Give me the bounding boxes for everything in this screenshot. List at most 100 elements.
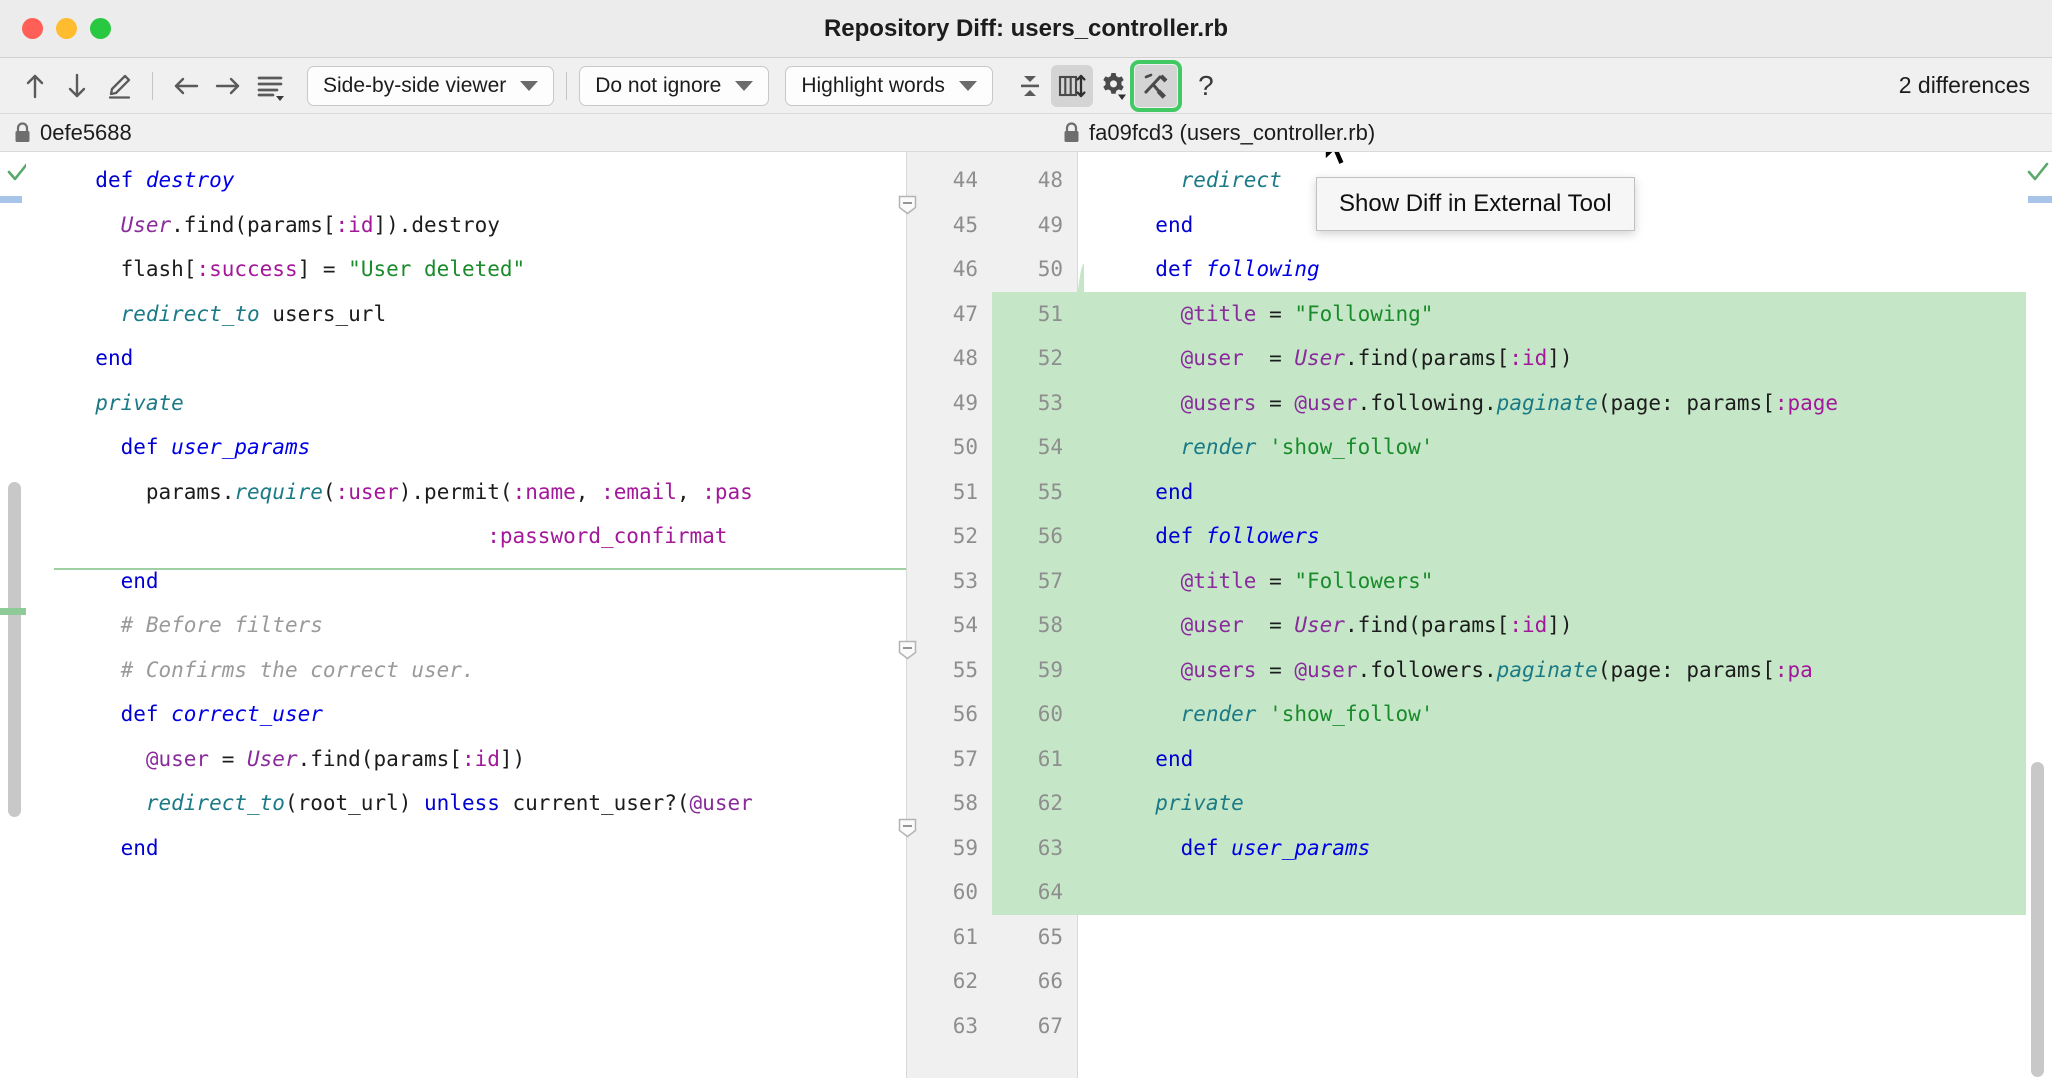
added-line-highlight <box>992 559 1077 604</box>
line-number: 50 <box>953 425 978 470</box>
lock-icon <box>1063 122 1080 143</box>
chevron-down-icon <box>959 81 977 91</box>
minimize-window-button[interactable] <box>56 18 77 39</box>
code-line: # Confirms the correct user. <box>70 648 753 693</box>
left-revision-header[interactable]: 0efe5688 <box>0 120 132 146</box>
code-line: def user_params <box>70 425 753 470</box>
left-scrollbar-thumb[interactable] <box>8 482 21 817</box>
line-number: 56 <box>953 692 978 737</box>
chevron-down-icon <box>735 81 753 91</box>
accept-right-icon[interactable] <box>207 65 249 107</box>
line-number: 58 <box>1038 603 1063 648</box>
accept-left-icon[interactable] <box>165 65 207 107</box>
code-line: end <box>1130 470 1838 515</box>
line-number: 63 <box>1038 826 1063 871</box>
added-line-highlight <box>992 870 1077 915</box>
code-line: @users = @user.followers.paginate(page: … <box>1130 648 1838 693</box>
line-number: 59 <box>953 826 978 871</box>
added-line-highlight <box>992 737 1077 782</box>
line-number: 48 <box>1038 158 1063 203</box>
previous-difference-icon[interactable] <box>14 65 56 107</box>
settings-gear-icon[interactable] <box>1093 65 1135 107</box>
toolbar-divider <box>152 72 153 100</box>
mouse-cursor-icon <box>1322 152 1356 172</box>
code-line: end <box>70 336 753 381</box>
line-number: 51 <box>1038 292 1063 337</box>
code-line: def user_params <box>1130 826 1838 871</box>
right-line-numbers: 4849505152535455565758596061626364656667 <box>1038 158 1063 1048</box>
line-number: 54 <box>953 603 978 648</box>
fold-collapse-icon[interactable] <box>897 640 918 661</box>
line-number: 48 <box>953 336 978 381</box>
added-line-highlight <box>992 292 1077 337</box>
left-revision-label: 0efe5688 <box>40 120 132 146</box>
help-icon[interactable]: ? <box>1185 65 1227 107</box>
whitespace-mode-dropdown[interactable]: Do not ignore <box>579 66 769 106</box>
code-line: def following <box>1130 247 1838 292</box>
code-line: def correct_user <box>70 692 753 737</box>
line-number: 51 <box>953 470 978 515</box>
added-line-highlight <box>992 470 1077 515</box>
whitespace-mode-label: Do not ignore <box>595 74 721 98</box>
diff-options-icon[interactable] <box>249 65 291 107</box>
line-number: 50 <box>1038 247 1063 292</box>
line-number: 49 <box>1038 203 1063 248</box>
highlight-mode-label: Highlight words <box>801 74 945 98</box>
show-diff-external-tool-icon[interactable] <box>1135 65 1177 107</box>
added-line-highlight <box>992 336 1077 381</box>
code-line: @user = User.find(params[:id]) <box>1130 603 1838 648</box>
right-marker-strip[interactable] <box>2026 152 2052 1078</box>
left-marker-strip[interactable] <box>0 152 26 1078</box>
code-line: @title = "Following" <box>1130 292 1838 337</box>
differences-count: 2 differences <box>1899 72 2038 99</box>
right-revision-header[interactable]: fa09fcd3 (users_controller.rb) <box>1063 120 1375 146</box>
code-line: render 'show_follow' <box>1130 692 1838 737</box>
edit-source-icon[interactable] <box>98 65 140 107</box>
line-number: 62 <box>1038 781 1063 826</box>
collapse-unchanged-icon[interactable] <box>1009 65 1051 107</box>
lock-icon <box>14 122 31 143</box>
right-revision-label: fa09fcd3 (users_controller.rb) <box>1089 120 1375 146</box>
synchronize-scroll-icon[interactable] <box>1051 65 1093 107</box>
line-number: 56 <box>1038 514 1063 559</box>
right-scrollbar-thumb[interactable] <box>2031 762 2044 1077</box>
window-titlebar: Repository Diff: users_controller.rb <box>0 0 2052 58</box>
viewer-mode-dropdown[interactable]: Side-by-side viewer <box>307 66 554 106</box>
left-line-number-gutter: 4445464748495051525354555657585960616263 <box>906 152 992 1078</box>
added-line-highlight <box>992 648 1077 693</box>
code-line: flash[:success] = "User deleted" <box>70 247 753 292</box>
right-code-text: redirect end def following @title = "Fol… <box>1130 158 1838 870</box>
code-line: :password_confirmat <box>70 514 753 559</box>
line-number: 53 <box>953 559 978 604</box>
close-window-button[interactable] <box>22 18 43 39</box>
line-number: 64 <box>1038 870 1063 915</box>
line-number: 60 <box>1038 692 1063 737</box>
chevron-down-icon <box>520 81 538 91</box>
code-line: @title = "Followers" <box>1130 559 1838 604</box>
added-line-highlight <box>992 603 1077 648</box>
line-number: 44 <box>953 158 978 203</box>
added-line-highlight <box>992 425 1077 470</box>
added-line-highlight <box>1078 870 2026 915</box>
next-difference-icon[interactable] <box>56 65 98 107</box>
code-line: @users = @user.following.paginate(page: … <box>1130 381 1838 426</box>
added-line-highlight <box>992 826 1077 871</box>
highlight-mode-dropdown[interactable]: Highlight words <box>785 66 993 106</box>
line-number: 57 <box>1038 559 1063 604</box>
line-number: 62 <box>953 959 978 1004</box>
code-line: render 'show_follow' <box>1130 425 1838 470</box>
revision-header-bar: 0efe5688 fa09fcd3 (users_controller.rb) <box>0 114 2052 152</box>
code-line: end <box>70 559 753 604</box>
left-code-text: def destroy User.find(params[:id]).destr… <box>70 158 753 870</box>
right-change-marker <box>2028 196 2052 203</box>
left-code-pane[interactable]: def destroy User.find(params[:id]).destr… <box>26 152 906 1078</box>
code-line: redirect_to users_url <box>70 292 753 337</box>
left-line-numbers: 4445464748495051525354555657585960616263 <box>953 158 978 1048</box>
line-number: 52 <box>953 514 978 559</box>
fold-collapse-icon[interactable] <box>897 195 918 216</box>
right-code-pane[interactable]: redirect end def following @title = "Fol… <box>1078 152 2026 1078</box>
maximize-window-button[interactable] <box>90 18 111 39</box>
line-number: 45 <box>953 203 978 248</box>
line-number: 59 <box>1038 648 1063 693</box>
fold-collapse-icon[interactable] <box>897 818 918 839</box>
